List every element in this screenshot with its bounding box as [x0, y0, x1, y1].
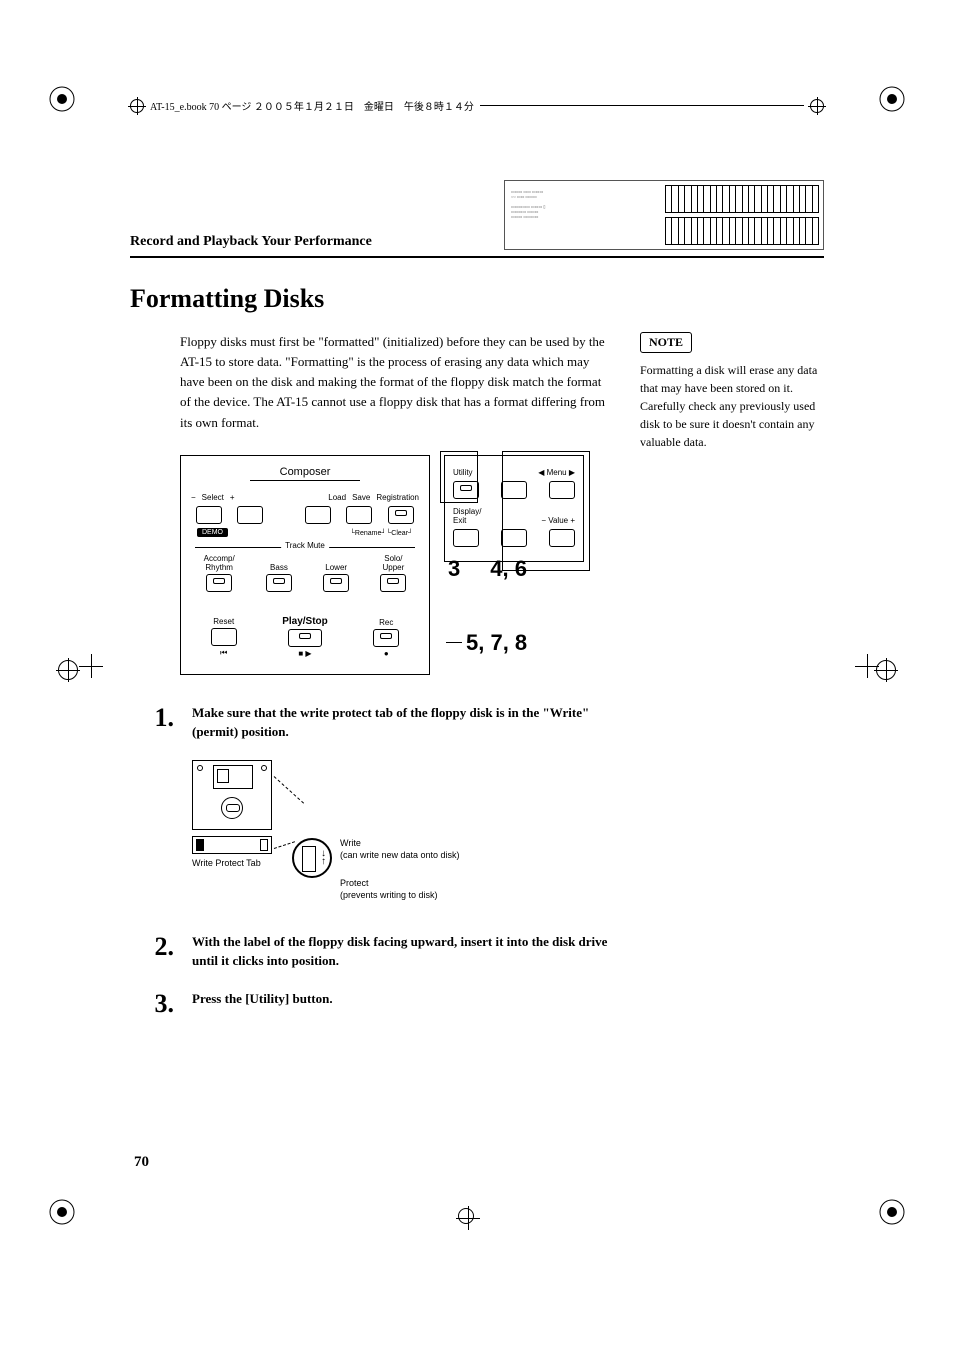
step-number-3: 3	[130, 989, 174, 1019]
play-stop-button	[288, 629, 322, 647]
page-title: Formatting Disks	[130, 284, 824, 314]
menu-left-button	[501, 481, 527, 499]
step-3-text: Press the [Utility] button.	[192, 989, 612, 1009]
select-minus-button	[196, 506, 222, 524]
header-reg-icon	[130, 99, 144, 113]
page-number: 70	[134, 1154, 149, 1171]
zoom-circle-icon: ↓↑	[292, 838, 332, 878]
crop-mark-bl	[48, 1198, 76, 1231]
protect-sub: (prevents writing to disk)	[340, 890, 438, 900]
intro-paragraph: Floppy disks must first be "formatted" (…	[180, 332, 612, 433]
rec-button	[373, 629, 399, 647]
page-header-line: AT-15_e.book 70 ページ ２００５年１月２１日 金曜日 午後８時１…	[130, 98, 824, 113]
utility-button	[453, 481, 479, 499]
lower-button	[323, 574, 349, 592]
menu-right-button	[549, 481, 575, 499]
registration-button	[388, 506, 414, 524]
reg-mark-right	[876, 660, 896, 680]
floppy-diagram: Write Protect Tab ↓↑ Write (can write ne…	[192, 760, 612, 910]
composer-title: Composer	[250, 466, 361, 481]
keyboard-graphic: ▭▭▭ ▭▭ ▭▭▭○○ ▭▭ ▭▭▭▭▭▭▭▭ ▭▭▭ ▯▭▭▭▭ ▭▭▭▭▭…	[504, 180, 824, 250]
write-label: Write	[340, 838, 361, 848]
step-1-text: Make sure that the write protect tab of …	[192, 703, 612, 742]
utility-panel: Utility ◀ Menu ▶ Display/ Exit − Value +	[444, 455, 584, 562]
write-protect-tab-label: Write Protect Tab	[192, 858, 261, 868]
accomp-button	[206, 574, 232, 592]
value-minus-button	[501, 529, 527, 547]
crop-mark-tr	[878, 85, 906, 118]
reg-mark-right-inner	[858, 657, 872, 671]
save-button	[346, 506, 372, 524]
load-button	[305, 506, 331, 524]
write-sub: (can write new data onto disk)	[340, 850, 460, 860]
header-file-text: AT-15_e.book 70 ページ ２００５年１月２１日 金曜日 午後８時１…	[150, 98, 474, 113]
reset-button	[211, 628, 237, 646]
select-plus-button	[237, 506, 263, 524]
crop-mark-br	[878, 1198, 906, 1231]
header-reg-icon-r	[810, 99, 824, 113]
reg-mark-bottom	[458, 1208, 474, 1224]
step-number-2: 2	[130, 932, 174, 962]
reg-mark-left	[58, 660, 78, 680]
note-text: Formatting a disk will erase any data th…	[640, 361, 824, 451]
note-box-label: NOTE	[640, 332, 692, 353]
composer-panel: Composer − Select + Load Save Registrati…	[180, 455, 430, 675]
bass-button	[266, 574, 292, 592]
crop-mark-tl	[48, 85, 76, 118]
section-label: Record and Playback Your Performance	[130, 234, 372, 250]
step-2-text: With the label of the floppy disk facing…	[192, 932, 612, 971]
value-plus-button	[549, 529, 575, 547]
protect-label: Protect	[340, 878, 369, 888]
display-exit-button	[453, 529, 479, 547]
callout-5-7-8: 5, 7, 8	[466, 630, 527, 656]
reg-mark-left-inner	[82, 657, 96, 671]
step-number-1: 1	[130, 703, 174, 733]
solo-button	[380, 574, 406, 592]
